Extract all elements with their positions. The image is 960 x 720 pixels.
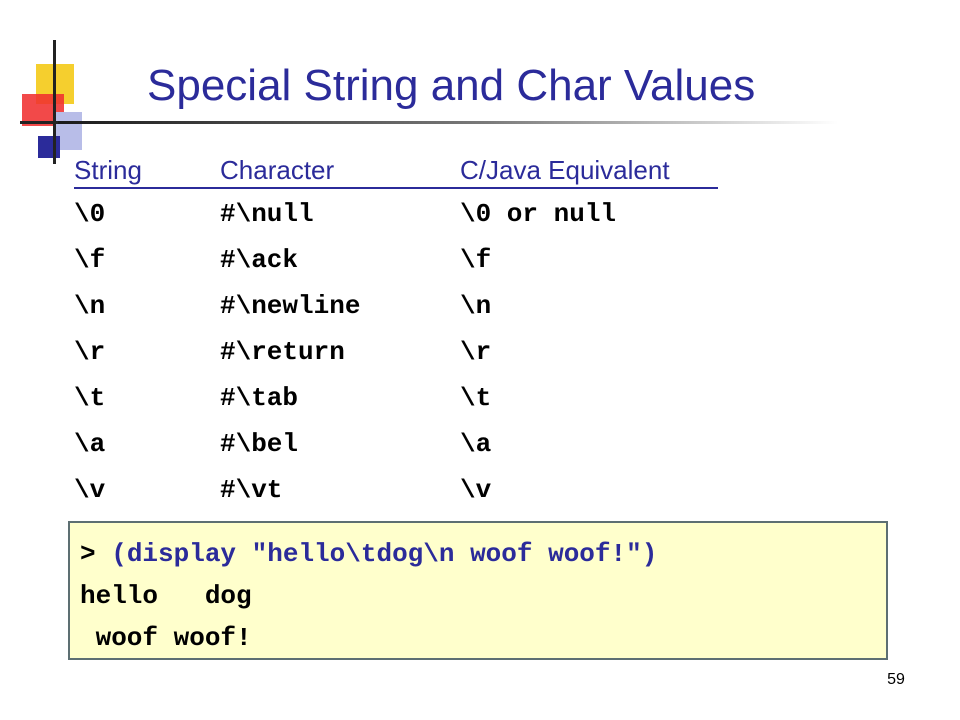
logo-blue-square bbox=[38, 136, 60, 158]
repl-output-line: woof woof! bbox=[80, 623, 252, 653]
cell-equivalent: \v bbox=[460, 475, 492, 505]
cell-string: \v bbox=[74, 475, 106, 505]
cell-character: #\ack bbox=[220, 245, 299, 275]
cell-string: \f bbox=[74, 245, 106, 275]
cell-string: \a bbox=[74, 429, 106, 459]
table-row: \t #\tab \t bbox=[74, 375, 718, 421]
header-c-java-equivalent: C/Java Equivalent bbox=[460, 155, 670, 185]
cell-equivalent: \n bbox=[460, 291, 492, 321]
cell-character: #\null bbox=[220, 199, 314, 229]
table-row: \r #\return \r bbox=[74, 329, 718, 375]
cell-string: \r bbox=[74, 337, 106, 367]
repl-output-line: hello dog bbox=[80, 581, 252, 611]
table-row: \a #\bel \a bbox=[74, 421, 718, 467]
cell-equivalent: \t bbox=[460, 383, 492, 413]
header-character: Character bbox=[220, 155, 335, 185]
table-row: \0 #\null \0 or null bbox=[74, 191, 718, 237]
cell-character: #\vt bbox=[220, 475, 283, 505]
repl-command: (display "hello\tdog\n woof woof!") bbox=[111, 539, 658, 569]
cell-string: \n bbox=[74, 291, 106, 321]
title-underline-rule bbox=[58, 121, 838, 124]
table-row: \f #\ack \f bbox=[74, 237, 718, 283]
cell-equivalent: \0 or null bbox=[460, 199, 617, 229]
cell-character: #\tab bbox=[220, 383, 299, 413]
repl-example-box: > (display "hello\tdog\n woof woof!") he… bbox=[68, 521, 888, 660]
repl-command-line: > (display "hello\tdog\n woof woof!") bbox=[80, 534, 657, 574]
cell-equivalent: \r bbox=[460, 337, 492, 367]
cell-string: \t bbox=[74, 383, 106, 413]
cell-character: #\bel bbox=[220, 429, 299, 459]
table-row: \n #\newline \n bbox=[74, 283, 718, 329]
slide-title: Special String and Char Values bbox=[147, 61, 756, 110]
cell-equivalent: \a bbox=[460, 429, 492, 459]
cell-character: #\return bbox=[220, 337, 345, 367]
header-string: String bbox=[74, 155, 142, 185]
logo-vertical-line bbox=[53, 40, 56, 164]
repl-prompt: > bbox=[80, 539, 96, 569]
cell-character: #\newline bbox=[220, 291, 361, 321]
cell-equivalent: \f bbox=[460, 245, 492, 275]
table-row: \v #\vt \v bbox=[74, 467, 718, 513]
page-number: 59 bbox=[887, 671, 905, 688]
cell-string: \0 bbox=[74, 199, 106, 229]
table-header-row: String Character C/Java Equivalent bbox=[74, 153, 718, 189]
